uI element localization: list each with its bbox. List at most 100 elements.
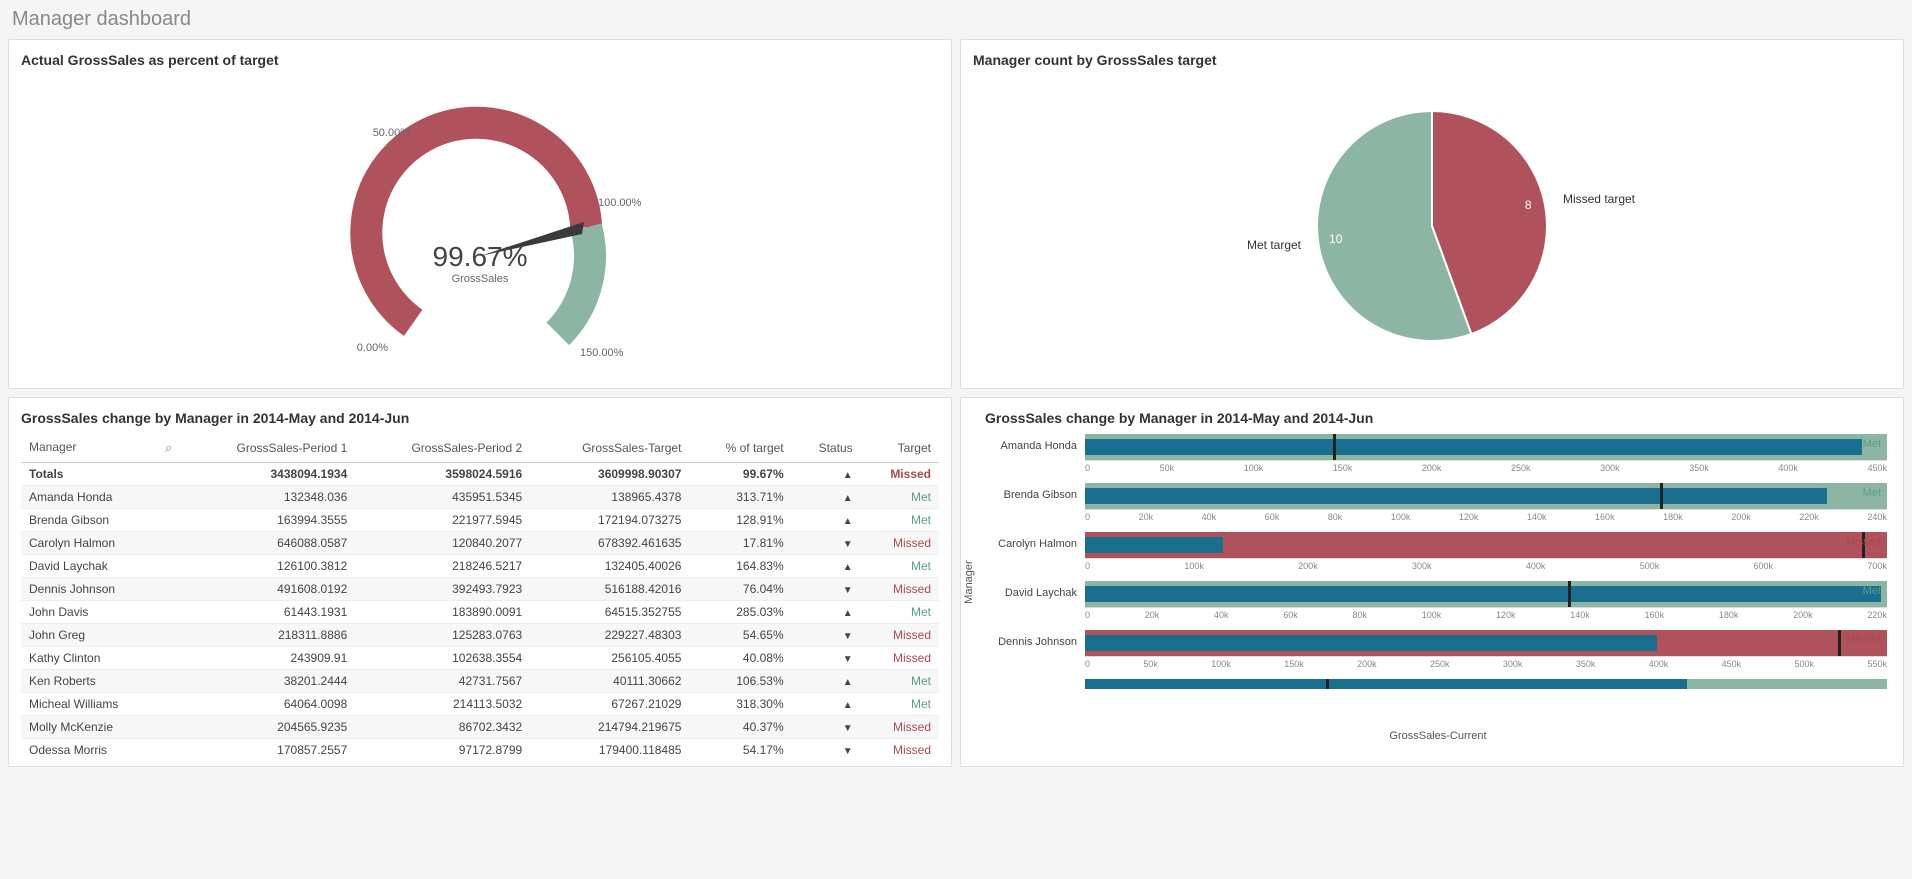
table-cell	[792, 670, 861, 693]
table-cell: 3598024.5916	[355, 463, 530, 486]
table-row[interactable]: Odessa Morris170857.255797172.8799179400…	[21, 739, 939, 755]
arrow-down-icon	[843, 743, 853, 754]
bar-row[interactable]: David LaychakMet020k40k60k80k100k120k140…	[985, 581, 1887, 628]
pie-slice-label: Missed target	[1563, 192, 1636, 206]
bar-track: Met	[1085, 581, 1887, 607]
table-row[interactable]: John Greg218311.8886125283.0763229227.48…	[21, 624, 939, 647]
table-cell	[792, 739, 861, 755]
table-cell	[792, 601, 861, 624]
table-cell	[792, 624, 861, 647]
table-header[interactable]: Status	[792, 434, 861, 463]
table-header[interactable]: % of target	[689, 434, 791, 463]
table-cell: 678392.461635	[530, 532, 689, 555]
table-cell: 646088.0587	[180, 532, 355, 555]
gauge-min-label: 0.00%	[357, 342, 388, 354]
table-cell: 42731.7567	[355, 670, 530, 693]
table-cell: 218246.5217	[355, 555, 530, 578]
table-header[interactable]: GrossSales-Period 2	[355, 434, 530, 463]
table-cell: 285.03%	[689, 601, 791, 624]
table-cell: Brenda Gibson	[21, 509, 180, 532]
arrow-down-icon	[843, 628, 853, 642]
table-row[interactable]: David Laychak126100.3812218246.521713240…	[21, 555, 939, 578]
bar-row[interactable]: Dennis JohnsonMissed050k100k150k200k250k…	[985, 630, 1887, 677]
bar-row-partial[interactable]	[985, 679, 1887, 689]
pie-chart[interactable]: 8Missed target10Met target	[973, 76, 1891, 376]
table-header[interactable]: GrossSales-Target	[530, 434, 689, 463]
table-cell: 67267.21029	[530, 693, 689, 716]
table-cell: 99.67%	[689, 463, 791, 486]
table-row[interactable]: John Davis61443.1931183890.009164515.352…	[21, 601, 939, 624]
axis-tick: 100k	[1391, 512, 1411, 522]
axis-tick: 500k	[1640, 561, 1660, 571]
table-cell: 172194.073275	[530, 509, 689, 532]
axis-tick: 140k	[1527, 512, 1547, 522]
bar-target-marker	[1838, 630, 1841, 656]
bar-row[interactable]: Amanda HondaMet050k100k150k200k250k300k3…	[985, 434, 1887, 481]
table-cell: 204565.9235	[180, 716, 355, 739]
axis-tick: 0	[1085, 610, 1090, 620]
axis-tick: 140k	[1570, 610, 1590, 620]
pie-card: Manager count by GrossSales target 8 Miss…	[960, 39, 1904, 389]
table-cell: 76.04%	[689, 578, 791, 601]
axis-tick: 100k	[1184, 561, 1204, 571]
table-row[interactable]: Molly McKenzie204565.923586702.343221479…	[21, 716, 939, 739]
table-cell: 435951.5345	[355, 486, 530, 509]
bar-label: Carolyn Halmon	[985, 532, 1085, 550]
gauge-chart[interactable]: 99.67% GrossSales 0.00% 50.00% 100.00% 1…	[21, 76, 939, 376]
table-cell: 61443.1931	[180, 601, 355, 624]
bar-current	[1085, 488, 1827, 504]
axis-tick: 0	[1085, 659, 1090, 669]
table-cell: 214113.5032	[355, 693, 530, 716]
arrow-down-icon	[843, 720, 853, 734]
bar-row[interactable]: Carolyn HalmonMissed0100k200k300k400k500…	[985, 532, 1887, 579]
axis-tick: 700k	[1867, 561, 1887, 571]
table-cell: 3609998.90307	[530, 463, 689, 486]
table-header[interactable]: Manager⌕	[21, 434, 180, 463]
axis-tick: 250k	[1430, 659, 1450, 669]
table-row[interactable]: Brenda Gibson163994.3555221977.594517219…	[21, 509, 939, 532]
arrow-up-icon	[843, 467, 853, 481]
table-header[interactable]: Target	[861, 434, 939, 463]
table-row[interactable]: Totals3438094.19343598024.59163609998.90…	[21, 463, 939, 486]
table-row[interactable]: Ken Roberts38201.244442731.756740111.306…	[21, 670, 939, 693]
arrow-down-icon	[843, 536, 853, 550]
table-cell: Dennis Johnson	[21, 578, 180, 601]
axis-tick: 250k	[1511, 463, 1531, 473]
table-cell: Missed	[861, 463, 939, 486]
table-cell: 256105.4055	[530, 647, 689, 670]
sales-table[interactable]: Manager⌕GrossSales-Period 1GrossSales-Pe…	[21, 434, 939, 754]
bar-row[interactable]: Brenda GibsonMet020k40k60k80k100k120k140…	[985, 483, 1887, 530]
axis-tick: 180k	[1663, 512, 1683, 522]
pie-title: Manager count by GrossSales target	[973, 52, 1891, 68]
axis-tick: 450k	[1722, 659, 1742, 669]
table-header[interactable]: GrossSales-Period 1	[180, 434, 355, 463]
table-cell: 120840.2077	[355, 532, 530, 555]
table-cell	[792, 693, 861, 716]
bar-status: Missed	[1846, 536, 1881, 548]
table-row[interactable]: Amanda Honda132348.036435951.5345138965.…	[21, 486, 939, 509]
search-icon[interactable]: ⌕	[165, 440, 172, 456]
table-cell: Met	[861, 555, 939, 578]
axis-tick: 0	[1085, 561, 1090, 571]
pie-slice-value: 8	[1525, 198, 1532, 212]
table-row[interactable]: Micheal Williams64064.0098214113.5032672…	[21, 693, 939, 716]
gauge-subtitle: GrossSales	[452, 273, 509, 285]
axis-tick: 200k	[1298, 561, 1318, 571]
gauge-value: 99.67%	[433, 241, 528, 272]
table-row[interactable]: Kathy Clinton243909.91102638.3554256105.…	[21, 647, 939, 670]
axis-tick: 200k	[1422, 463, 1442, 473]
table-cell: 183890.0091	[355, 601, 530, 624]
axis-tick: 400k	[1778, 463, 1798, 473]
table-cell	[792, 532, 861, 555]
bar-status: Missed	[1846, 634, 1881, 646]
bars-chart[interactable]: Amanda HondaMet050k100k150k200k250k300k3…	[985, 434, 1891, 734]
table-cell: 40111.30662	[530, 670, 689, 693]
axis-tick: 60k	[1265, 512, 1280, 522]
table-row[interactable]: Dennis Johnson491608.0192392493.79235161…	[21, 578, 939, 601]
table-cell	[792, 463, 861, 486]
pie-slice-label: Met target	[1247, 238, 1302, 252]
table-row[interactable]: Carolyn Halmon646088.0587120840.20776783…	[21, 532, 939, 555]
table-cell: 106.53%	[689, 670, 791, 693]
table-cell: 138965.4378	[530, 486, 689, 509]
table-cell: Met	[861, 486, 939, 509]
